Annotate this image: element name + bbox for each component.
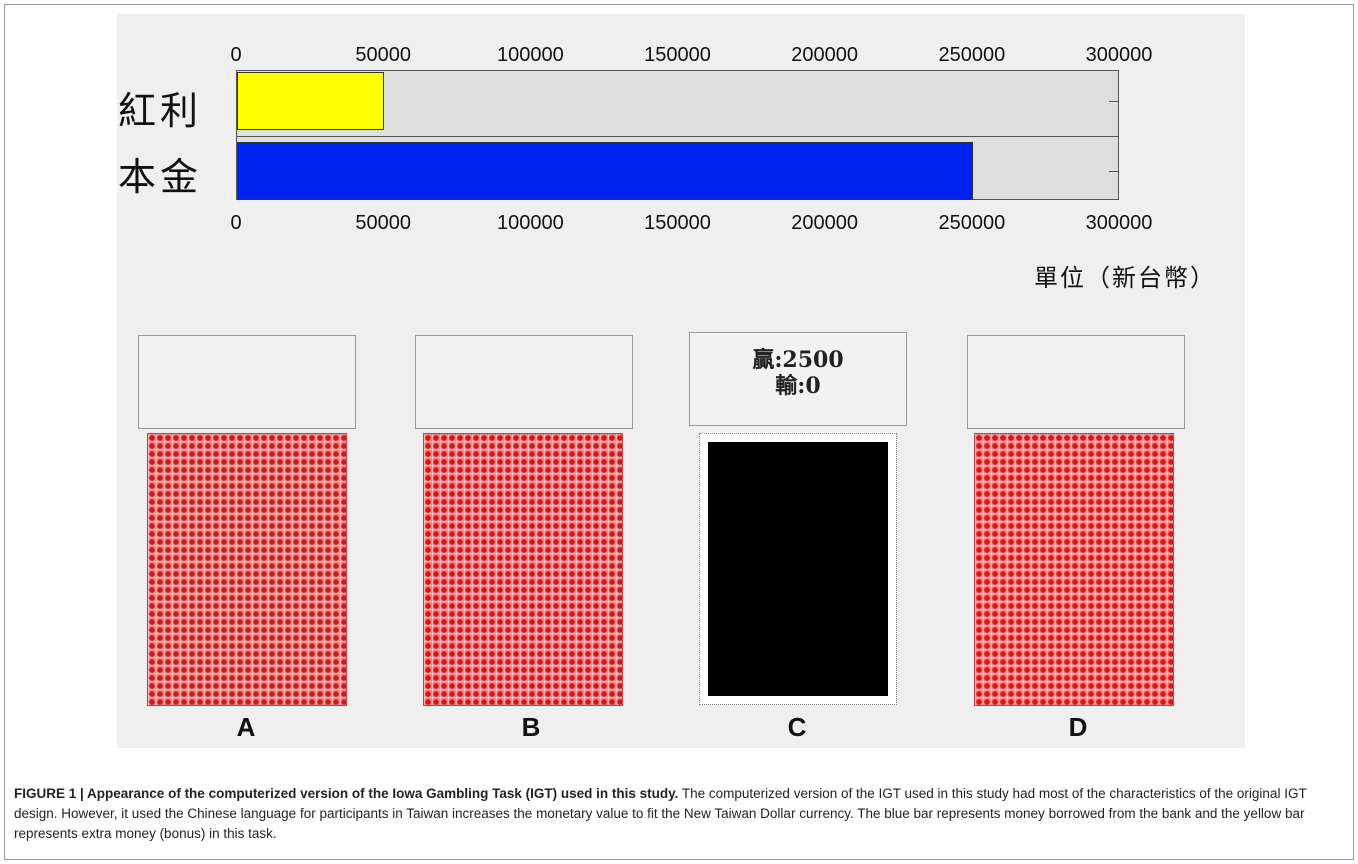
- deck-label-d: D: [1068, 712, 1088, 742]
- currency-unit-label: 單位（新台幣）: [1034, 264, 1216, 292]
- top-tick-label: 50000: [355, 44, 411, 66]
- caption-title: FIGURE 1 | Appearance of the computerize…: [14, 786, 679, 801]
- top-tick-label: 250000: [938, 44, 1006, 66]
- top-tick-label: 100000: [496, 44, 564, 66]
- principal-label: 本金: [118, 155, 203, 199]
- feedback-win-c: 贏:2500: [752, 347, 844, 373]
- deck-b-card-back[interactable]: [423, 433, 623, 706]
- top-tick-label: 200000: [791, 44, 859, 66]
- deck-d-card-back[interactable]: [974, 433, 1174, 706]
- bottom-tick-label: 200000: [791, 212, 859, 234]
- bottom-tick-label: 100000: [496, 212, 564, 234]
- feedback-box-b: [415, 335, 633, 429]
- bottom-tick-label: 300000: [1085, 212, 1153, 234]
- money-bar-chart: [236, 70, 1119, 200]
- deck-label-b: B: [521, 712, 541, 742]
- bonus-bar: [237, 72, 385, 130]
- top-tick-label: 300000: [1085, 44, 1153, 66]
- bonus-label: 紅利: [118, 89, 203, 133]
- principal-bar: [237, 142, 973, 200]
- bottom-tick-label: 250000: [938, 212, 1006, 234]
- bottom-tick-label: 150000: [644, 212, 711, 234]
- top-tick-label: 150000: [644, 44, 711, 66]
- bottom-tick-label: 0: [230, 212, 242, 234]
- top-tick-label: 0: [230, 44, 242, 66]
- right-tick-bonus: [1109, 101, 1118, 102]
- bar-divider: [237, 136, 1118, 137]
- right-tick-principal: [1109, 171, 1118, 172]
- figure-caption: FIGURE 1 | Appearance of the computerize…: [14, 784, 1344, 844]
- deck-c-card-face: [708, 442, 888, 696]
- deck-label-a: A: [236, 712, 256, 742]
- deck-c-selected-card[interactable]: [699, 433, 897, 705]
- deck-label-c: C: [787, 712, 807, 742]
- bottom-tick-label: 50000: [355, 212, 411, 234]
- deck-a-card-back[interactable]: [147, 433, 347, 706]
- feedback-box-d: [967, 335, 1185, 429]
- feedback-box-a: [138, 335, 356, 429]
- feedback-box-c: 贏:2500 輸:0: [689, 332, 907, 426]
- feedback-loss-c: 輸:0: [775, 373, 821, 399]
